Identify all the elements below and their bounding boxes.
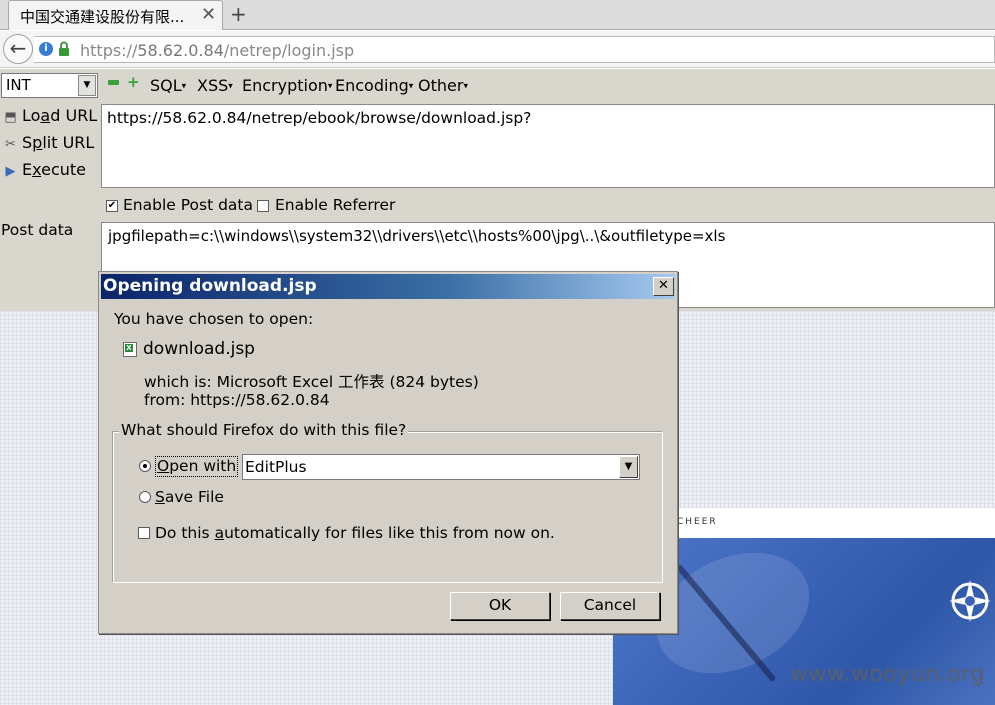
dialog-title: Opening download.jsp bbox=[103, 276, 317, 296]
info-icon[interactable]: i bbox=[39, 42, 53, 56]
application-select[interactable]: EditPlus ▼ bbox=[242, 454, 640, 480]
auto-label-end: utomatically for files like this from no… bbox=[224, 524, 555, 542]
lock-icon bbox=[59, 41, 69, 56]
load-url-label-end: d URL bbox=[50, 106, 98, 125]
excel-x-icon: X bbox=[125, 344, 133, 352]
scissors-icon: ✂ bbox=[5, 137, 16, 152]
file-type-info: which is: Microsoft Excel 工作表 (824 bytes… bbox=[144, 373, 479, 391]
url-path: /netrep/login.jsp bbox=[223, 41, 355, 60]
menu-other[interactable]: Other▾ bbox=[418, 76, 468, 95]
menu-sql-label: SQL bbox=[150, 76, 182, 95]
split-url-label-start: S bbox=[22, 133, 33, 152]
load-url-button[interactable]: ⬒ Load URL bbox=[2, 106, 97, 125]
cancel-button[interactable]: Cancel bbox=[560, 592, 660, 620]
url-scheme: https:// bbox=[80, 41, 138, 60]
open-with-label-end: pen with bbox=[169, 457, 237, 475]
browser-tab[interactable]: 中国交通建设股份有限... ✕ bbox=[8, 0, 223, 30]
split-url-label-end: lit URL bbox=[42, 133, 95, 152]
open-with-label-accesskey: O bbox=[157, 457, 170, 475]
watermark-text: www.wooyun.org bbox=[790, 662, 985, 687]
execute-label-accesskey: x bbox=[32, 160, 42, 179]
action-group: What should Firefox do with this file? O… bbox=[112, 421, 663, 583]
url-textarea-value: https://58.62.0.84/netrep/ebook/browse/d… bbox=[107, 109, 532, 127]
chosen-label: You have chosen to open: bbox=[114, 310, 314, 328]
menu-encryption[interactable]: Encryption▾ bbox=[242, 76, 332, 95]
chevron-down-icon[interactable]: ▼ bbox=[619, 456, 638, 478]
dialog-titlebar[interactable]: Opening download.jsp ✕ bbox=[101, 274, 675, 299]
menu-arrow-icon: ▾ bbox=[228, 81, 233, 92]
file-source-info: from: https://58.62.0.84 bbox=[144, 391, 330, 409]
chevron-down-icon[interactable]: ▼ bbox=[78, 75, 96, 96]
open-with-radio[interactable] bbox=[139, 460, 151, 472]
menu-arrow-icon: ▾ bbox=[327, 81, 333, 92]
menu-encryption-label: Encryption bbox=[242, 76, 328, 95]
load-url-label-start: Lo bbox=[22, 106, 41, 125]
execute-button[interactable]: ▶ Execute bbox=[2, 160, 87, 179]
split-url-label-accesskey: p bbox=[32, 133, 43, 152]
file-name: download.jsp bbox=[143, 339, 255, 359]
enable-post-label: Enable Post data bbox=[123, 196, 253, 214]
auto-label[interactable]: Do this automatically for files like thi… bbox=[155, 524, 555, 542]
decrease-icon[interactable] bbox=[108, 80, 119, 85]
open-with-label[interactable]: Open with bbox=[155, 456, 239, 477]
tab-strip: 中国交通建设股份有限... ✕ + bbox=[0, 0, 995, 30]
action-group-legend: What should Firefox do with this file? bbox=[119, 421, 409, 439]
save-file-label-end: ave File bbox=[164, 488, 224, 506]
load-url-icon: ⬒ bbox=[4, 110, 17, 125]
url-domain: 58.62.0.84 bbox=[137, 41, 224, 60]
url-textarea[interactable]: https://58.62.0.84/netrep/ebook/browse/d… bbox=[101, 104, 995, 188]
address-bar[interactable]: i https://58.62.0.84/netrep/login.jsp bbox=[34, 36, 995, 63]
auto-checkbox[interactable] bbox=[138, 527, 150, 539]
tab-close-icon[interactable]: ✕ bbox=[201, 4, 216, 25]
ok-button[interactable]: OK bbox=[450, 592, 550, 620]
auto-label-start: Do this bbox=[155, 524, 215, 542]
banner-text: CHEER bbox=[677, 517, 718, 527]
save-file-label-accesskey: S bbox=[155, 488, 165, 506]
execute-label-start: E bbox=[22, 160, 33, 179]
application-select-value: EditPlus bbox=[245, 458, 307, 476]
back-arrow-icon[interactable]: ← bbox=[3, 34, 33, 64]
play-icon: ▶ bbox=[5, 164, 16, 179]
execute-label-end: ecute bbox=[41, 160, 86, 179]
menu-arrow-icon: ▾ bbox=[181, 81, 187, 92]
split-url-button[interactable]: ✂ Split URL bbox=[2, 133, 94, 152]
close-icon[interactable]: ✕ bbox=[653, 277, 674, 296]
type-select-value: INT bbox=[6, 76, 31, 94]
menu-encoding[interactable]: Encoding▾ bbox=[335, 76, 413, 95]
url-text[interactable]: https://58.62.0.84/netrep/login.jsp bbox=[80, 41, 354, 60]
save-file-radio[interactable] bbox=[139, 491, 151, 503]
tab-title: 中国交通建设股份有限... bbox=[20, 8, 185, 26]
menu-arrow-icon: ▾ bbox=[408, 81, 414, 92]
menu-encoding-label: Encoding bbox=[335, 76, 409, 95]
load-url-label-accesskey: a bbox=[40, 106, 51, 125]
post-data-value: jpgfilepath=c:\\windows\\system32\\drive… bbox=[108, 227, 726, 245]
menu-sql[interactable]: SQL▾ bbox=[150, 76, 186, 95]
enable-referrer-label: Enable Referrer bbox=[275, 196, 396, 214]
menu-xss[interactable]: XSS▾ bbox=[197, 76, 233, 95]
auto-label-accesskey: a bbox=[214, 524, 225, 542]
download-dialog: Opening download.jsp ✕ You have chosen t… bbox=[98, 271, 678, 634]
excel-file-icon: X bbox=[123, 342, 137, 357]
menu-other-label: Other bbox=[418, 76, 464, 95]
menu-arrow-icon: ▾ bbox=[463, 81, 468, 92]
company-logo-icon bbox=[949, 580, 991, 622]
type-select[interactable]: INT ▼ bbox=[1, 73, 98, 98]
radio-selected-dot bbox=[143, 464, 147, 468]
enable-referrer-checkbox[interactable] bbox=[257, 200, 269, 212]
post-data-label: Post data bbox=[1, 221, 74, 239]
new-tab-icon[interactable]: + bbox=[230, 2, 247, 26]
menu-xss-label: XSS bbox=[197, 76, 229, 95]
enable-post-checkbox[interactable]: ✔ bbox=[106, 200, 118, 212]
save-file-label[interactable]: Save File bbox=[155, 488, 224, 506]
navigation-bar: ← i https://58.62.0.84/netrep/login.jsp bbox=[0, 31, 995, 68]
increase-icon[interactable]: + bbox=[127, 75, 140, 90]
